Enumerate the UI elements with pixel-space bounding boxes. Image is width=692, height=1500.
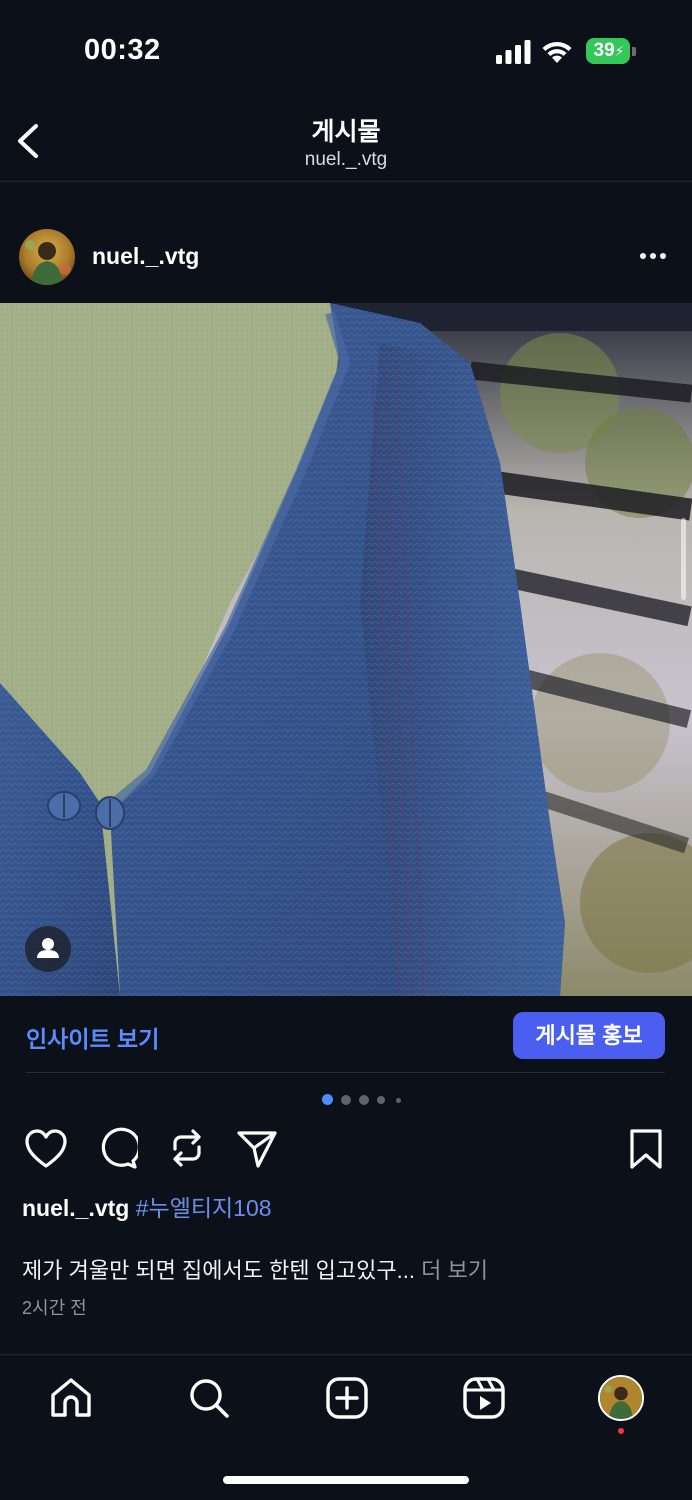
caption-text: 제가 겨울만 되면 집에서도 한텐 입고있구... 더 보기 [22,1253,488,1285]
battery-indicator: 39⚡ [586,38,636,64]
repost-icon[interactable] [166,1127,208,1169]
nav-header: 게시물 nuel._.vtg [0,100,692,182]
profile-avatar-image [600,1377,642,1419]
profile-tab-avatar[interactable] [598,1375,644,1421]
heart-icon[interactable] [24,1128,68,1170]
caption-body: 제가 겨울만 되면 집에서도 한텐 입고있구... [22,1258,415,1283]
search-icon[interactable] [186,1375,232,1421]
create-post-icon[interactable] [324,1375,370,1421]
carousel-dot [377,1096,385,1104]
reels-icon[interactable] [461,1375,507,1421]
insight-row: 인사이트 보기 게시물 홍보 [0,996,692,1074]
caption-hashtag[interactable]: #누엘티지108 [136,1195,272,1221]
post-actions [0,1124,692,1174]
status-bar: 00:32 39⚡ [0,0,692,100]
status-time: 00:32 [84,34,161,66]
page-subtitle: nuel._.vtg [304,149,388,170]
avatar-image [19,229,75,285]
photo-scroll-indicator [681,518,686,600]
caption-username[interactable]: nuel._.vtg [22,1195,129,1221]
home-icon[interactable] [48,1375,94,1421]
more-options-icon[interactable] [632,244,674,268]
caption-header: nuel._.vtg #누엘티지108 [22,1189,272,1223]
caption-more-link[interactable]: 더 보기 [421,1258,488,1283]
share-icon[interactable] [236,1128,278,1170]
view-insights-link[interactable]: 인사이트 보기 [26,1020,159,1054]
person-icon [37,938,59,958]
avatar[interactable] [19,229,75,285]
comment-icon[interactable] [96,1127,138,1169]
post-timestamp: 2시간 전 [22,1298,87,1318]
bottom-tab-bar [0,1354,692,1500]
wifi-icon [542,41,572,63]
cellular-signal-icon [496,40,531,64]
promote-post-button[interactable]: 게시물 홍보 [513,1012,665,1059]
carousel-dot [341,1095,351,1105]
divider [26,1072,665,1073]
post-username[interactable]: nuel._.vtg [92,243,199,270]
carousel-dot [359,1095,369,1105]
post-photo[interactable] [0,303,692,996]
carousel-dot [322,1094,333,1105]
post-header: nuel._.vtg [0,226,692,290]
carousel-dot [396,1098,401,1103]
battery-tip [632,47,636,56]
page-title: 게시물 [311,118,381,146]
tagged-people-button[interactable] [25,926,71,972]
notification-dot [618,1428,624,1434]
home-indicator [223,1476,469,1484]
post-image [0,303,692,996]
carousel-indicator [322,1094,402,1106]
save-bookmark-icon[interactable] [628,1128,664,1170]
battery-level: 39⚡ [593,40,625,61]
